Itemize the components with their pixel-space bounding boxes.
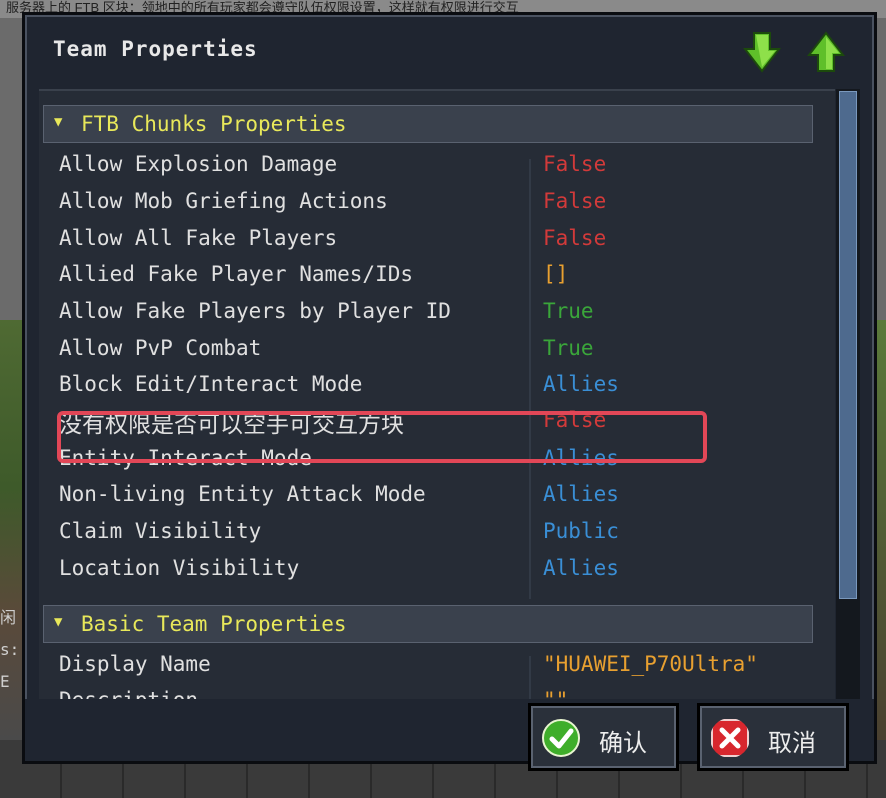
- property-row[interactable]: Allow All Fake Players False: [59, 221, 819, 258]
- close-x-icon: [711, 719, 749, 757]
- property-name: Location Visibility: [59, 556, 300, 580]
- property-name: Allow Fake Players by Player ID: [59, 299, 451, 323]
- property-name: Allow All Fake Players: [59, 226, 338, 250]
- property-value[interactable]: "HUAWEI_P70Ultra": [543, 652, 758, 676]
- property-name: Claim Visibility: [59, 519, 262, 543]
- section-header-ftb-chunks[interactable]: ▼ FTB Chunks Properties: [43, 105, 813, 143]
- property-row[interactable]: Allow Fake Players by Player ID True: [59, 294, 819, 331]
- property-name: Allow PvP Combat: [59, 336, 262, 360]
- collapse-all-down-arrow-icon[interactable]: [743, 31, 781, 73]
- checkmark-icon: [542, 719, 580, 757]
- property-row[interactable]: Block Edit/Interact Mode Allies: [59, 367, 819, 404]
- property-row[interactable]: Non-living Entity Attack Mode Allies: [59, 477, 819, 514]
- expand-all-up-arrow-icon[interactable]: [807, 31, 845, 73]
- property-value[interactable]: False: [543, 152, 606, 176]
- section-label: FTB Chunks Properties: [81, 112, 347, 136]
- property-value[interactable]: False: [543, 189, 606, 213]
- property-name: Non-living Entity Attack Mode: [59, 482, 426, 506]
- property-row[interactable]: Allow Mob Griefing Actions False: [59, 184, 819, 221]
- property-value[interactable]: Allies: [543, 482, 619, 506]
- accept-button-label: 确认: [599, 729, 647, 757]
- property-value[interactable]: Public: [543, 519, 619, 543]
- accept-button[interactable]: 确认: [528, 703, 679, 771]
- section-label: Basic Team Properties: [81, 612, 347, 636]
- expanded-triangle-icon: ▼: [54, 614, 63, 630]
- property-value[interactable]: False: [543, 226, 606, 250]
- property-row[interactable]: Claim Visibility Public: [59, 514, 819, 551]
- property-value[interactable]: Allies: [543, 372, 619, 396]
- property-row[interactable]: Display Name "HUAWEI_P70Ultra": [59, 647, 819, 684]
- properties-list[interactable]: ▼ FTB Chunks Properties Allow Explosion …: [39, 89, 835, 701]
- property-name: Allied Fake Player Names/IDs: [59, 262, 414, 286]
- cancel-button-label: 取消: [768, 729, 816, 757]
- background-chat-text: s:: [0, 640, 20, 659]
- property-value[interactable]: []: [543, 262, 568, 286]
- background-chat-text: E: [0, 672, 10, 691]
- property-value[interactable]: True: [543, 336, 594, 360]
- team-properties-window: Team Properties ▼ FTB Chunks Properties …: [22, 12, 877, 771]
- property-value[interactable]: Allies: [543, 556, 619, 580]
- annotation-highlight-box: [57, 411, 707, 463]
- property-name: Display Name: [59, 652, 211, 676]
- background-chat-text: 闲: [0, 608, 17, 627]
- cancel-button[interactable]: 取消: [697, 703, 849, 771]
- expanded-triangle-icon: ▼: [54, 114, 63, 130]
- property-row[interactable]: Location Visibility Allies: [59, 551, 819, 588]
- section-header-basic-team[interactable]: ▼ Basic Team Properties: [43, 605, 813, 643]
- property-row[interactable]: Allied Fake Player Names/IDs []: [59, 257, 819, 294]
- property-name: Allow Explosion Damage: [59, 152, 338, 176]
- window-titlebar: Team Properties: [25, 15, 874, 87]
- window-footer: 确认 取消: [25, 699, 874, 771]
- property-row[interactable]: Allow Explosion Damage False: [59, 147, 819, 184]
- property-name: Block Edit/Interact Mode: [59, 372, 363, 396]
- property-value[interactable]: True: [543, 299, 594, 323]
- property-row[interactable]: Allow PvP Combat True: [59, 331, 819, 368]
- property-name: Allow Mob Griefing Actions: [59, 189, 388, 213]
- window-title: Team Properties: [53, 37, 258, 61]
- scrollbar-thumb[interactable]: [839, 91, 857, 599]
